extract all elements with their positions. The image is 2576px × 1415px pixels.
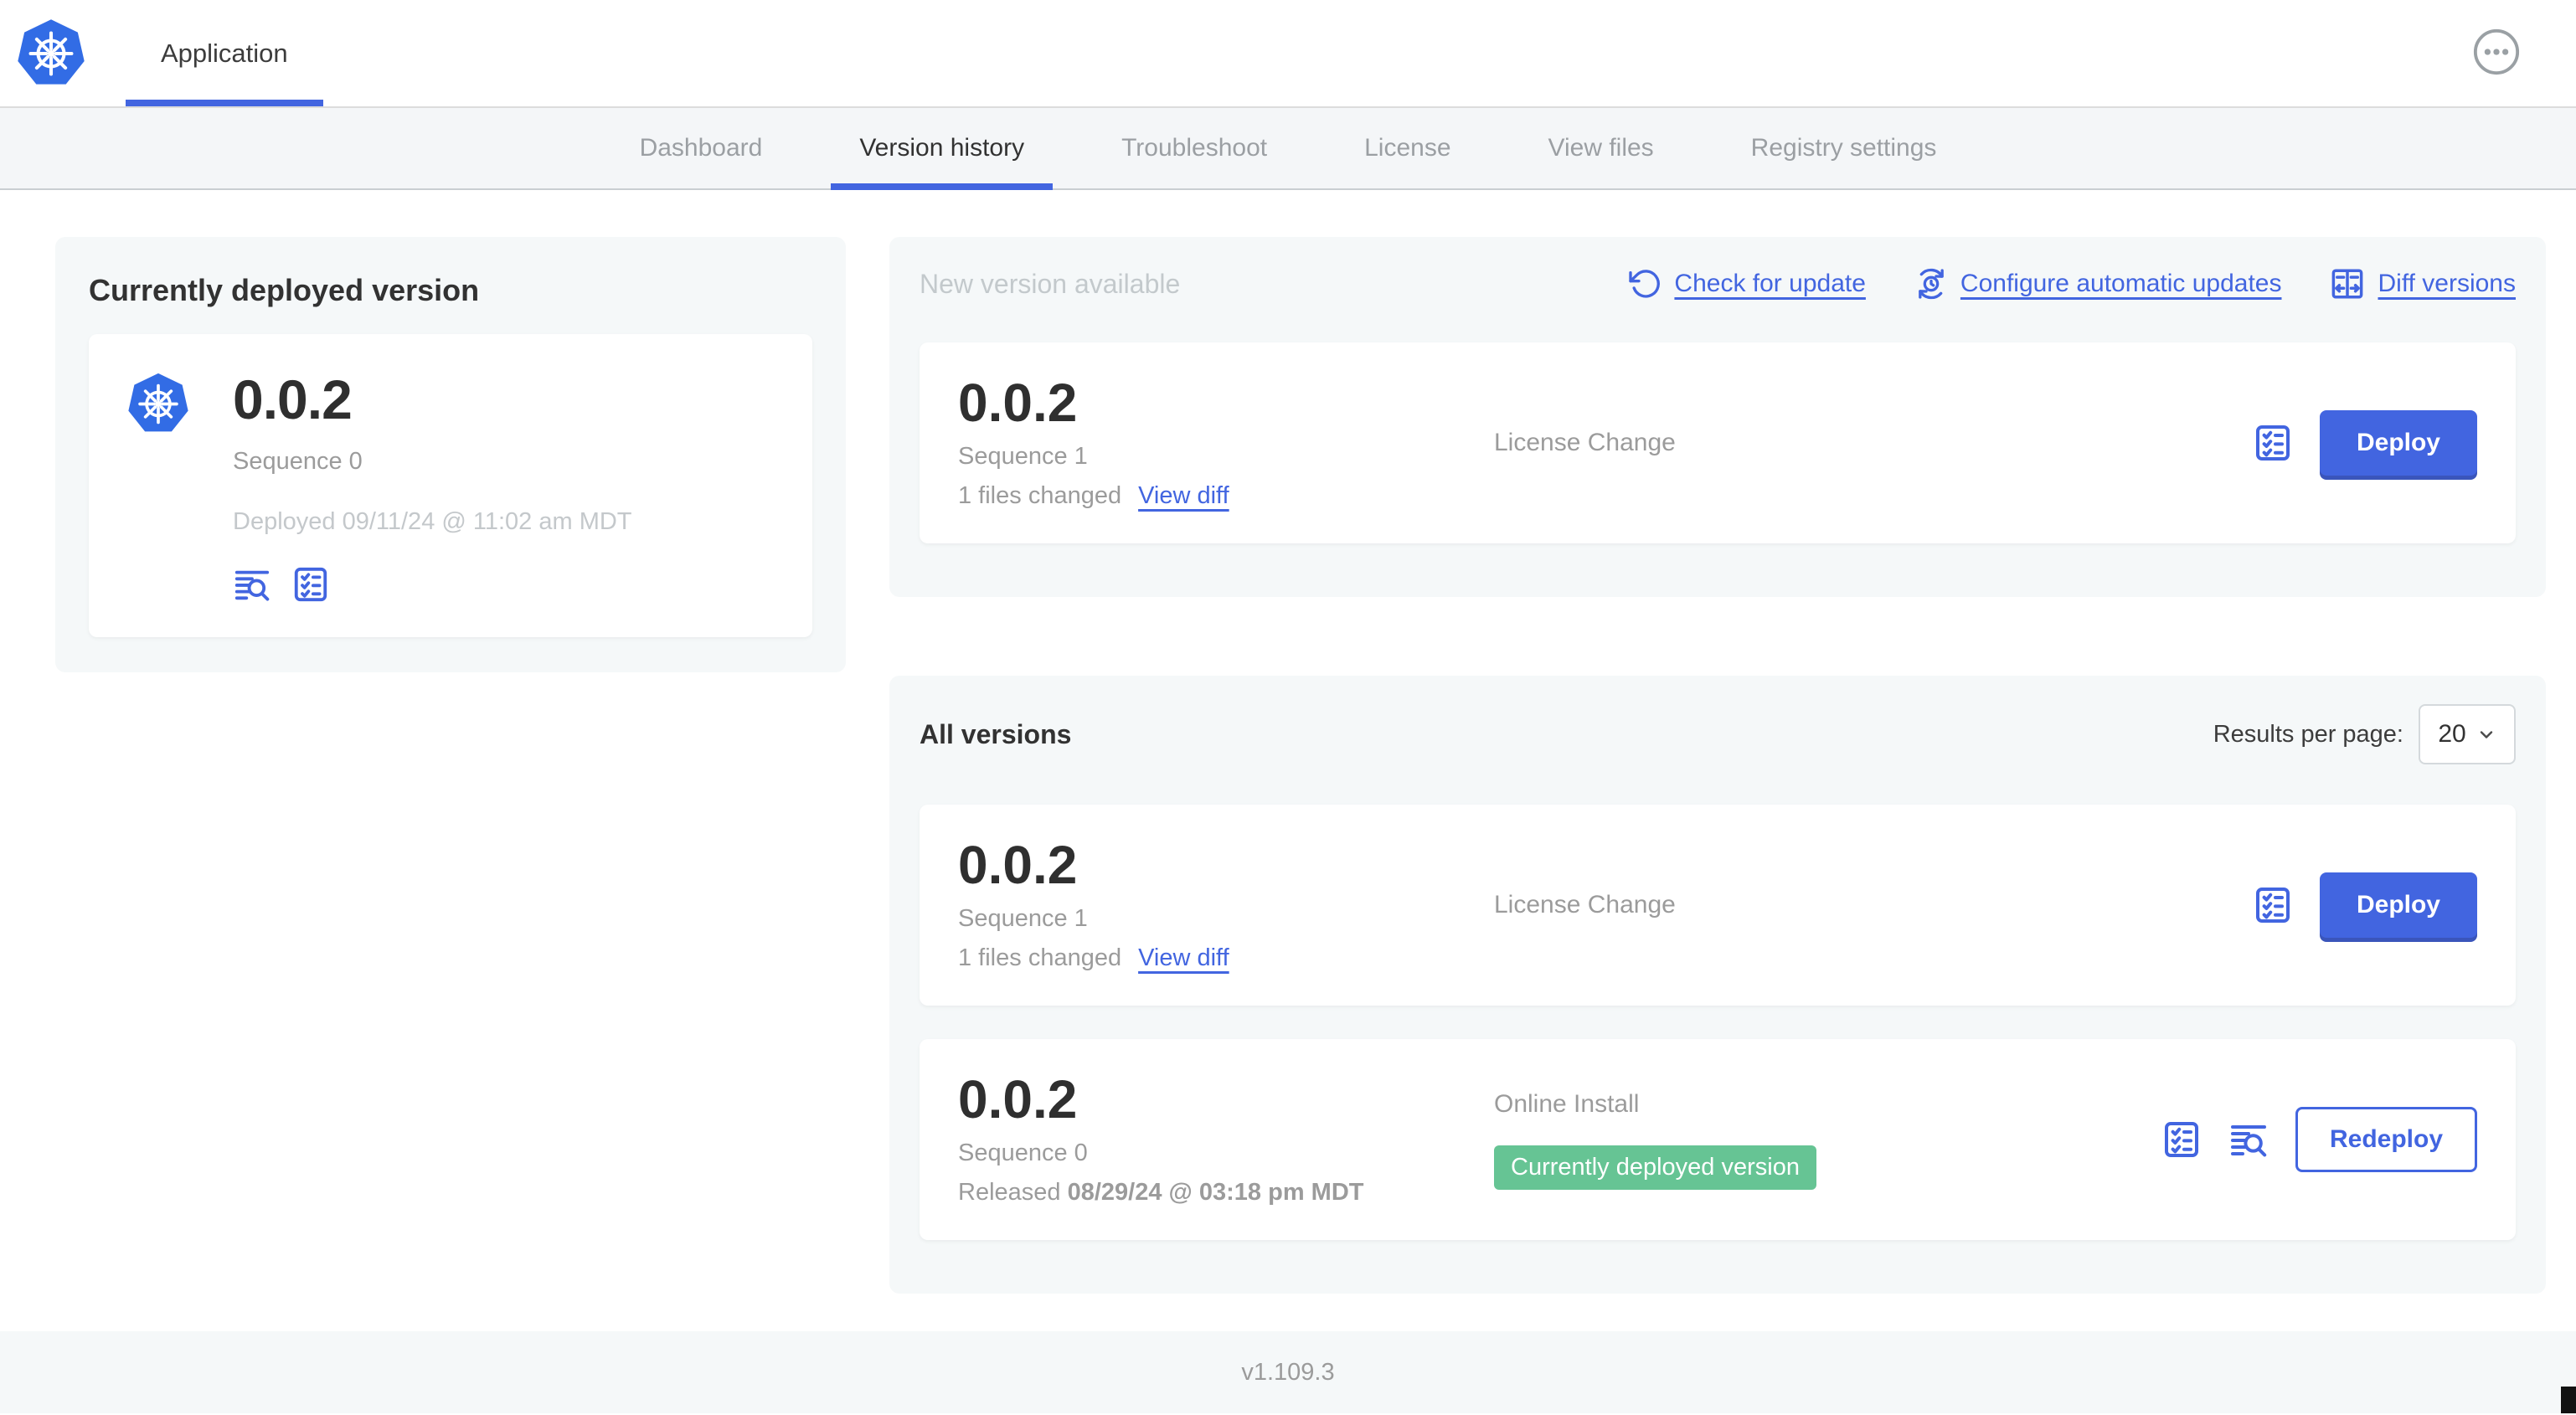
preflight-checks-button[interactable] [2161, 1119, 2202, 1160]
results-per-page: Results per page: 20 [2213, 704, 2516, 764]
version-actions: Deploy [2253, 872, 2477, 938]
results-per-page-label: Results per page: [2213, 720, 2403, 748]
all-versions-title: All versions [920, 718, 1072, 749]
new-version-header: New version available Check for update C… [920, 265, 2516, 302]
version-number: 0.0.2 [958, 373, 1078, 433]
clock-refresh-icon [1919, 268, 1944, 300]
tab-view-files[interactable]: View files [1500, 108, 1703, 188]
logs-icon [234, 570, 270, 601]
released-line: Released 08/29/24 @ 03:18 pm MDT [958, 1179, 1494, 1207]
app-subnav: Dashboard Version history Troubleshoot L… [0, 106, 2576, 190]
deployed-version-card: 0.0.2 Sequence 0 Deployed 09/11/24 @ 11:… [89, 334, 812, 637]
chevron-down-icon [2480, 731, 2492, 738]
results-per-page-value: 20 [2438, 720, 2466, 748]
version-row: 0.0.2 Sequence 1 1 files changed View di… [920, 805, 2516, 1006]
console-version: v1.109.3 [1241, 1358, 1335, 1386]
deploy-button[interactable]: Deploy [2319, 410, 2477, 476]
new-version-row: 0.0.2 Sequence 1 1 files changed View di… [920, 342, 2516, 543]
view-preflight-checks-button[interactable] [291, 565, 330, 604]
version-source: Online Install Currently deployed versio… [1494, 1090, 2161, 1190]
app-footer: v1.109.3 [0, 1331, 2576, 1413]
version-source-label: License Change [1494, 891, 1676, 918]
version-row: 0.0.2 Sequence 0 Released 08/29/24 @ 03:… [920, 1039, 2516, 1240]
tab-troubleshoot[interactable]: Troubleshoot [1073, 108, 1316, 188]
all-versions-section: All versions Results per page: 20 0.0.2 … [889, 676, 2546, 1294]
configure-automatic-updates-link[interactable]: Configure automatic updates [1914, 267, 2281, 301]
files-changed-count: 1 files changed [958, 482, 1122, 509]
checklist-icon [294, 567, 327, 602]
files-changed-line: 1 files changed View diff [958, 482, 1494, 510]
all-versions-header: All versions Results per page: 20 [920, 704, 2516, 764]
version-sequence: Sequence 0 [958, 1140, 1088, 1166]
tab-license[interactable]: License [1316, 108, 1499, 188]
kubernetes-app-icon [128, 373, 188, 432]
preflight-checks-button[interactable] [2253, 885, 2293, 925]
version-actions: Deploy [2253, 410, 2477, 476]
version-info: 0.0.2 Sequence 0 Released 08/29/24 @ 03:… [958, 1073, 1494, 1207]
currently-deployed-badge: Currently deployed version [1494, 1145, 1816, 1190]
version-info: 0.0.2 Sequence 1 1 files changed View di… [958, 838, 1494, 972]
update-actions: Check for update Configure automatic upd… [1628, 266, 2516, 301]
currently-deployed-panel: Currently deployed version 0.0.2 Sequenc… [55, 237, 846, 672]
app-title: Application [161, 38, 288, 68]
view-diff-link[interactable]: View diff [1138, 482, 1229, 510]
diff-versions-link[interactable]: Diff versions [2330, 266, 2516, 301]
deployed-sequence: Sequence 0 [233, 448, 363, 475]
checklist-icon [2255, 425, 2290, 461]
version-source: License Change [1494, 429, 2253, 457]
versions-column: New version available Check for update C… [889, 237, 2546, 1294]
redeploy-button[interactable]: Redeploy [2295, 1107, 2477, 1172]
app-header: Application [0, 0, 2576, 106]
files-changed-line: 1 files changed View diff [958, 944, 1494, 972]
version-source: License Change [1494, 891, 2253, 919]
view-deploy-logs-button[interactable] [2228, 1119, 2269, 1160]
more-options-button[interactable] [2472, 28, 2521, 76]
version-sequence: Sequence 1 [958, 443, 1088, 470]
deployed-timestamp: Deployed 09/11/24 @ 11:02 am MDT [233, 508, 632, 535]
new-version-section: New version available Check for update C… [889, 237, 2546, 597]
deploy-button[interactable]: Deploy [2319, 872, 2477, 938]
refresh-icon [1629, 270, 1661, 298]
checklist-icon [2255, 888, 2290, 923]
screenshot-corner-artifact [2561, 1387, 2576, 1413]
version-number: 0.0.2 [958, 1069, 1078, 1129]
ellipsis-icon [2473, 28, 2520, 75]
logs-icon [2230, 1125, 2267, 1157]
main-content: Currently deployed version 0.0.2 Sequenc… [0, 190, 2576, 1294]
tab-registry-settings[interactable]: Registry settings [1703, 108, 1986, 188]
preflight-checks-button[interactable] [2253, 423, 2293, 463]
app-tab-application[interactable]: Application [126, 0, 323, 106]
check-for-update-link[interactable]: Check for update [1628, 267, 1866, 301]
version-source-label: Online Install [1494, 1089, 1640, 1118]
released-prefix: Released [958, 1179, 1068, 1206]
released-date: 08/29/24 @ 03:18 pm MDT [1067, 1179, 1364, 1206]
checklist-icon [2164, 1122, 2198, 1157]
version-number: 0.0.2 [958, 835, 1078, 895]
version-info: 0.0.2 Sequence 1 1 files changed View di… [958, 376, 1494, 510]
currently-deployed-title: Currently deployed version [89, 273, 480, 307]
active-app-tab-indicator [126, 100, 323, 106]
version-source-label: License Change [1494, 429, 1676, 456]
tab-dashboard[interactable]: Dashboard [591, 108, 811, 188]
view-deploy-logs-button[interactable] [233, 565, 271, 604]
deployed-version-number: 0.0.2 [233, 368, 353, 430]
version-sequence: Sequence 1 [958, 905, 1088, 932]
diff-icon [2332, 269, 2363, 299]
deployed-actions [233, 565, 632, 604]
files-changed-count: 1 files changed [958, 944, 1122, 971]
deployed-version-info: 0.0.2 Sequence 0 Deployed 09/11/24 @ 11:… [233, 371, 632, 604]
kubernetes-logo-icon [18, 18, 85, 85]
new-version-title: New version available [920, 269, 1181, 299]
version-actions: Redeploy [2161, 1107, 2477, 1172]
view-diff-link[interactable]: View diff [1138, 944, 1229, 972]
tab-version-history[interactable]: Version history [811, 108, 1073, 190]
results-per-page-select[interactable]: 20 [2419, 704, 2516, 764]
